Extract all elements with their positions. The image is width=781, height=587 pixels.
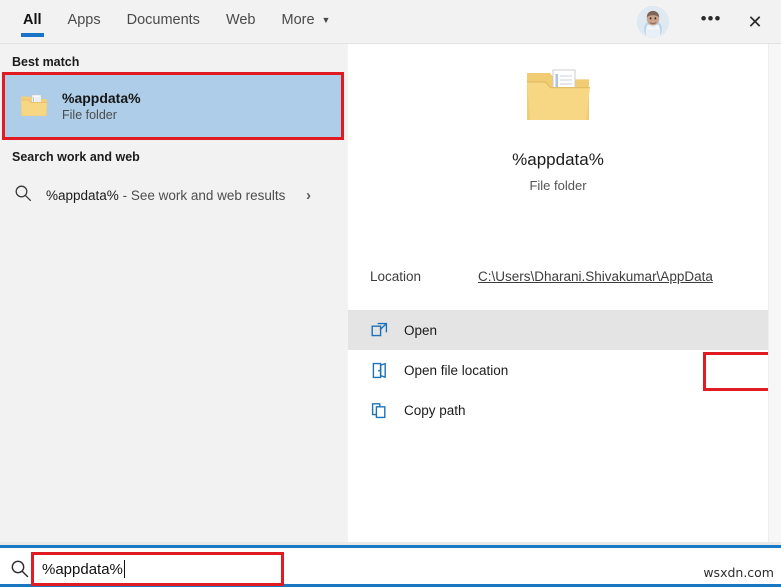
action-open[interactable]: Open xyxy=(348,310,768,350)
tab-web[interactable]: Web xyxy=(213,0,269,44)
search-web-heading: Search work and web xyxy=(0,150,140,164)
tab-bar: All Apps Documents Web More ▼ xyxy=(10,0,343,44)
best-match-subtitle: File folder xyxy=(62,108,141,122)
tab-documents[interactable]: Documents xyxy=(114,0,213,44)
results-list-pane: Best match %appdata% File folder xyxy=(0,44,347,545)
tab-more-label: More xyxy=(282,12,315,28)
web-result-description: See work and web results xyxy=(131,188,286,203)
search-results-window: All Apps Documents Web More ▼ xyxy=(0,0,781,545)
close-button[interactable]: ✕ xyxy=(735,0,775,44)
more-options-button[interactable]: ••• xyxy=(691,0,731,44)
action-open-file-location-label: Open file location xyxy=(404,363,508,378)
web-result-separator: - xyxy=(119,188,131,203)
tab-all[interactable]: All xyxy=(10,0,55,44)
best-match-text: %appdata% File folder xyxy=(62,90,141,122)
location-row: Location C:\Users\Dharani.Shivakumar\App… xyxy=(348,256,768,296)
web-result-query: %appdata% xyxy=(46,188,119,203)
search-input-value: %appdata% xyxy=(42,561,123,578)
preview-hero: %appdata% File folder xyxy=(348,54,768,193)
action-open-label: Open xyxy=(404,323,437,338)
folder-icon xyxy=(20,93,48,119)
action-open-file-location[interactable]: Open file location xyxy=(348,350,768,390)
close-icon: ✕ xyxy=(747,12,762,33)
best-match-result-item[interactable]: %appdata% File folder xyxy=(4,74,342,138)
preview-title: %appdata% xyxy=(348,150,768,170)
location-label: Location xyxy=(348,269,478,284)
preview-actions: Open Open file location xyxy=(348,310,768,430)
tab-apps[interactable]: Apps xyxy=(55,0,114,44)
best-match-title: %appdata% xyxy=(62,90,141,106)
avatar[interactable] xyxy=(637,6,669,38)
tab-documents-label: Documents xyxy=(127,12,200,28)
text-cursor xyxy=(124,560,125,578)
preview-pane-edge xyxy=(768,44,781,545)
search-header: All Apps Documents Web More ▼ xyxy=(0,0,781,44)
tab-more[interactable]: More ▼ xyxy=(269,0,344,44)
search-input[interactable]: %appdata% xyxy=(31,552,284,586)
location-path-link[interactable]: C:\Users\Dharani.Shivakumar\AppData xyxy=(478,269,713,284)
watermark: wsxdn.com xyxy=(703,565,774,580)
tab-web-label: Web xyxy=(226,12,256,28)
search-window: All Apps Documents Web More ▼ xyxy=(0,0,781,587)
tab-apps-label: Apps xyxy=(68,12,101,28)
more-options-icon: ••• xyxy=(701,9,722,29)
action-copy-path-label: Copy path xyxy=(404,403,466,418)
folder-open-icon xyxy=(362,361,396,380)
search-icon xyxy=(10,559,29,583)
chevron-down-icon: ▼ xyxy=(322,15,331,25)
preview-pane: %appdata% File folder Location C:\Users\… xyxy=(348,44,768,545)
tab-all-label: All xyxy=(23,12,42,28)
preview-subtitle: File folder xyxy=(348,178,768,193)
open-external-icon xyxy=(362,321,396,340)
search-icon xyxy=(14,184,32,207)
best-match-heading: Best match xyxy=(0,55,79,69)
taskbar-search-bar: %appdata% wsxdn.com xyxy=(0,545,781,587)
web-search-result-item[interactable]: %appdata% - See work and web results › xyxy=(0,174,347,216)
copy-icon xyxy=(362,401,396,420)
web-result-text: %appdata% - See work and web results xyxy=(46,188,285,203)
header-actions: ••• ✕ xyxy=(637,0,775,44)
folder-icon xyxy=(524,66,592,128)
chevron-right-icon: › xyxy=(306,187,311,204)
action-copy-path[interactable]: Copy path xyxy=(348,390,768,430)
